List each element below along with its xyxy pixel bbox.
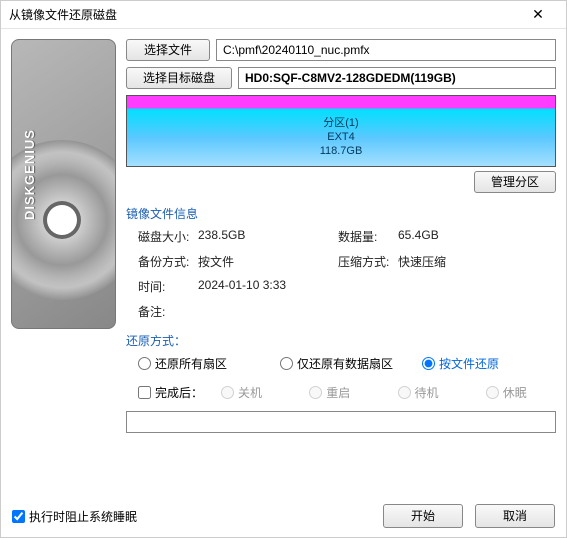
target-disk-field[interactable]: HD0:SQF-C8MV2-128GDEDM(119GB) bbox=[238, 67, 556, 89]
block-sleep-label: 执行时阻止系统睡眠 bbox=[29, 508, 137, 525]
after-hibernate[interactable]: 休眠 bbox=[486, 384, 556, 401]
after-standby[interactable]: 待机 bbox=[398, 384, 468, 401]
restore-opt-all-label: 还原所有扇区 bbox=[155, 355, 227, 372]
file-path-field[interactable]: C:\pmf\20240110_nuc.pmfx bbox=[216, 39, 556, 61]
after-restart-label: 重启 bbox=[326, 384, 350, 401]
restore-opt-all[interactable]: 还原所有扇区 bbox=[138, 355, 272, 372]
restore-section-title: 还原方式： bbox=[126, 332, 556, 349]
after-shutdown[interactable]: 关机 bbox=[221, 384, 291, 401]
disk-illustration: DISKGENIUS bbox=[11, 39, 116, 329]
disk-size-label: 磁盘大小: bbox=[138, 228, 198, 245]
after-standby-radio bbox=[398, 386, 411, 399]
info-section-title: 镜像文件信息 bbox=[126, 205, 556, 222]
after-checkbox[interactable] bbox=[138, 386, 151, 399]
after-hibernate-radio bbox=[486, 386, 499, 399]
block-sleep-wrap[interactable]: 执行时阻止系统睡眠 bbox=[12, 508, 137, 525]
data-amount-value: 65.4GB bbox=[398, 228, 538, 245]
restore-opt-all-radio[interactable] bbox=[138, 357, 151, 370]
restore-opt-data[interactable]: 仅还原有数据扇区 bbox=[280, 355, 414, 372]
select-file-button[interactable]: 选择文件 bbox=[126, 39, 210, 61]
partition-size: 118.7GB bbox=[127, 144, 555, 158]
cancel-button[interactable]: 取消 bbox=[475, 504, 555, 528]
window-title: 从镜像文件还原磁盘 bbox=[9, 6, 518, 23]
remark-value bbox=[198, 303, 338, 320]
progress-bar bbox=[126, 411, 556, 433]
remark-label: 备注: bbox=[138, 303, 198, 320]
select-target-button[interactable]: 选择目标磁盘 bbox=[126, 67, 232, 89]
brand-label: DISKGENIUS bbox=[22, 129, 37, 220]
after-hibernate-label: 休眠 bbox=[503, 384, 527, 401]
backup-mode-label: 备份方式: bbox=[138, 253, 198, 270]
partition-bar[interactable]: 分区(1) EXT4 118.7GB bbox=[126, 95, 556, 167]
after-standby-label: 待机 bbox=[415, 384, 439, 401]
partition-name: 分区(1) bbox=[127, 116, 555, 130]
after-shutdown-label: 关机 bbox=[238, 384, 262, 401]
compress-value: 快速压缩 bbox=[398, 253, 538, 270]
after-checkbox-wrap[interactable]: 完成后： bbox=[138, 384, 203, 401]
manage-partition-button[interactable]: 管理分区 bbox=[474, 171, 556, 193]
time-value: 2024-01-10 3:33 bbox=[198, 278, 338, 295]
restore-opt-data-label: 仅还原有数据扇区 bbox=[297, 355, 393, 372]
restore-opt-file[interactable]: 按文件还原 bbox=[422, 355, 556, 372]
after-restart[interactable]: 重启 bbox=[309, 384, 379, 401]
disk-size-value: 238.5GB bbox=[198, 228, 338, 245]
compress-label: 压缩方式: bbox=[338, 253, 398, 270]
start-button[interactable]: 开始 bbox=[383, 504, 463, 528]
close-icon[interactable]: ✕ bbox=[518, 6, 558, 23]
time-label: 时间: bbox=[138, 278, 198, 295]
after-restart-radio bbox=[309, 386, 322, 399]
block-sleep-checkbox[interactable] bbox=[12, 510, 25, 523]
restore-opt-data-radio[interactable] bbox=[280, 357, 293, 370]
restore-opt-file-radio[interactable] bbox=[422, 357, 435, 370]
partition-fs: EXT4 bbox=[127, 130, 555, 144]
data-amount-label: 数据量: bbox=[338, 228, 398, 245]
restore-opt-file-label: 按文件还原 bbox=[439, 355, 499, 372]
backup-mode-value: 按文件 bbox=[198, 253, 338, 270]
after-label: 完成后： bbox=[155, 384, 203, 401]
after-shutdown-radio bbox=[221, 386, 234, 399]
